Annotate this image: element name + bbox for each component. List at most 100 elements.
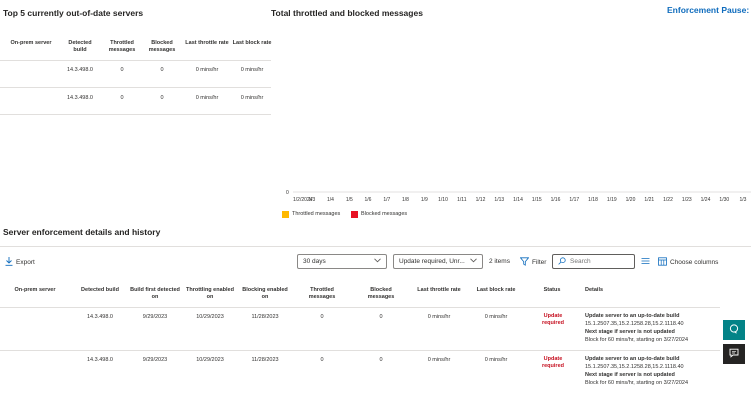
feedback-icon	[729, 345, 739, 363]
col-header-details[interactable]: Details	[585, 287, 605, 294]
blocked-cell: 0	[160, 95, 164, 101]
chat-help-button[interactable]	[723, 320, 745, 340]
x-tick-label: 1/23	[682, 197, 692, 203]
items-count: 2 items	[489, 258, 510, 265]
throttle-rate-cell: 0 mins/hr	[195, 95, 219, 101]
details-action: Update server to an up-to-date build	[585, 356, 680, 362]
block-rate-cell: 0 mins/hr	[240, 95, 264, 101]
col-header-first-detected[interactable]: Build first detected on	[129, 287, 181, 301]
throttle-rate-cell: 0 mins/hr	[427, 357, 451, 363]
top5-header-throttled: Throttled messages	[108, 40, 136, 53]
x-tick-label: 1/19	[607, 197, 617, 203]
legend-swatch-blocked	[351, 211, 358, 218]
x-tick-label: 1/22	[663, 197, 673, 203]
enforcement-pause-status: Enforcement Pause: Ac	[667, 5, 751, 15]
period-dropdown[interactable]: 30 days	[297, 254, 387, 269]
period-value: 30 days	[303, 258, 326, 265]
details-cell: Update server to an up-to-date build 15.…	[585, 355, 688, 387]
col-header-status[interactable]: Status	[532, 287, 572, 294]
status-badge: Update required	[541, 313, 564, 326]
block-rate-cell: 0 mins/hr	[240, 67, 264, 73]
choose-columns-button[interactable]: Choose columns	[658, 257, 718, 268]
legend-swatch-throttled	[282, 211, 289, 218]
divider	[0, 87, 271, 88]
build-cell: 14.3.498.0	[87, 314, 113, 320]
x-tick-label: 1/16	[551, 197, 561, 203]
throttled-cell: 0	[120, 95, 124, 101]
details-schedule: Block for 60 mins/hr, starting on 3/27/2…	[585, 337, 689, 343]
x-tick-label: 1/18	[588, 197, 598, 203]
x-tick-label: 1/24	[701, 197, 711, 203]
columns-icon	[658, 257, 667, 268]
col-header-blocked[interactable]: Blocked messages	[357, 287, 405, 301]
x-tick-label: 1/13	[494, 197, 504, 203]
x-tick-label: 1/3	[308, 197, 315, 203]
col-header-throttled[interactable]: Throttled messages	[297, 287, 347, 301]
block-rate-cell: 0 mins/hr	[484, 357, 508, 363]
x-tick-label: 1/8	[402, 197, 409, 203]
x-tick-label: 1/15	[532, 197, 542, 203]
enforcement-label: Enforcement Pause:	[667, 5, 751, 15]
col-header-throttle-rate[interactable]: Last throttle rate	[415, 287, 463, 294]
export-button[interactable]: Export	[5, 257, 35, 268]
filter-icon	[519, 257, 530, 268]
search-icon	[558, 256, 566, 267]
x-tick-label: 1/5	[346, 197, 353, 203]
x-tick-label: 1/21	[644, 197, 654, 203]
y-tick-label: 0	[286, 190, 289, 196]
col-header-build[interactable]: Detected build	[74, 287, 126, 294]
status-filter-value: Update required, Unr...	[399, 258, 465, 265]
enforcement-section-title: Server enforcement details and history	[3, 227, 161, 237]
list-view-button[interactable]	[641, 257, 650, 267]
x-tick-label: 1/11	[457, 197, 467, 203]
top5-header-throttle-rate: Last throttle rate	[185, 40, 229, 46]
divider	[0, 60, 271, 61]
x-tick-label: 1/9	[421, 197, 428, 203]
top5-header-block-rate: Last block rate	[232, 40, 272, 46]
x-tick-label: 1/12	[476, 197, 486, 203]
col-header-block-rate[interactable]: Last block rate	[470, 287, 522, 294]
build-cell: 14.3.498.0	[87, 357, 113, 363]
legend-throttled[interactable]: Throttled messages	[292, 211, 340, 217]
chevron-down-icon	[470, 258, 477, 265]
export-label: Export	[16, 259, 35, 266]
chevron-down-icon	[374, 258, 381, 265]
status-filter-dropdown[interactable]: Update required, Unr...	[393, 254, 483, 269]
blocked-cell: 0	[379, 314, 383, 320]
divider	[0, 114, 271, 115]
col-header-blocking-enabled[interactable]: Blocking enabled on	[239, 287, 291, 301]
top5-title: Top 5 currently out-of-date servers	[3, 8, 144, 18]
details-schedule: Block for 60 mins/hr, starting on 3/27/2…	[585, 380, 689, 386]
details-builds: 15.1.2507.35,15.2.1258.28,15.2.1118.40	[585, 321, 684, 327]
x-tick-label: 1/10	[438, 197, 448, 203]
details-builds: 15.1.2507.35,15.2.1258.28,15.2.1118.40	[585, 364, 684, 370]
chart-plot: 01/2/20241/3 1/4 1/5 1/6 1/7 1/8 1/9 1/10 1/11 1/…	[286, 190, 751, 203]
x-tick-label: 1/6	[365, 197, 372, 203]
top5-header-server: On-prem server	[10, 40, 52, 46]
status-badge: Update required	[541, 356, 564, 369]
first-detected-cell: 9/29/2023	[142, 314, 168, 320]
throttling-enabled-cell: 10/29/2023	[196, 357, 224, 363]
search-input[interactable]	[570, 258, 632, 265]
first-detected-cell: 9/29/2023	[142, 357, 168, 363]
legend-blocked[interactable]: Blocked messages	[361, 211, 407, 217]
x-tick-label: 1/3	[740, 197, 747, 203]
x-tick-label: 1/30	[719, 197, 729, 203]
choose-columns-label: Choose columns	[670, 259, 719, 266]
throttle-rate-cell: 0 mins/hr	[427, 314, 451, 320]
feedback-button[interactable]	[723, 344, 745, 364]
details-next-stage: Next stage if server is not updated	[585, 372, 675, 378]
download-icon	[5, 257, 13, 268]
divider	[0, 307, 720, 308]
col-header-throttling-enabled[interactable]: Throttling enabled on	[184, 287, 236, 301]
throttled-cell: 0	[320, 314, 324, 320]
col-header-server[interactable]: On-prem server	[3, 287, 67, 294]
throttled-cell: 0	[120, 67, 124, 73]
x-tick-label: 1/17	[569, 197, 579, 203]
divider	[0, 350, 720, 351]
list-icon	[641, 257, 650, 267]
search-box[interactable]	[552, 254, 635, 269]
filter-button[interactable]: Filter	[519, 257, 546, 268]
throttle-rate-cell: 0 mins/hr	[195, 67, 219, 73]
top5-header-build: Detected build	[68, 40, 92, 53]
